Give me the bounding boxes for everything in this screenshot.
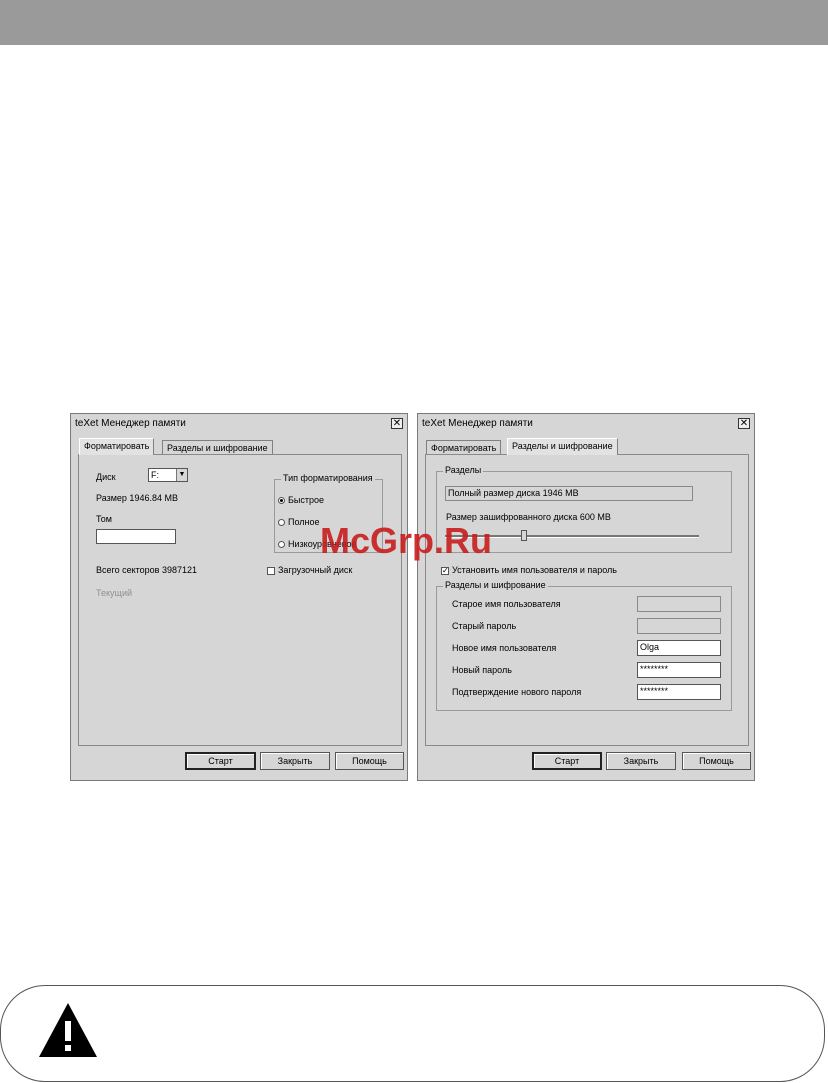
- set-user-checkbox[interactable]: ✓: [441, 567, 449, 575]
- close-button[interactable]: Закрыть: [606, 752, 676, 770]
- format-type-legend: Тип форматирования: [281, 473, 375, 483]
- radio-low-level[interactable]: [278, 541, 285, 548]
- tab-format[interactable]: Форматировать: [79, 438, 155, 455]
- confirm-password-input[interactable]: ********: [637, 684, 721, 700]
- old-username-label: Старое имя пользователя: [452, 599, 561, 609]
- old-password-label: Старый пароль: [452, 621, 517, 631]
- warning-box: [0, 985, 825, 1082]
- close-button[interactable]: Закрыть: [260, 752, 330, 770]
- boot-disk-label: Загрузочный диск: [278, 565, 353, 575]
- credentials-legend: Разделы и шифрование: [443, 580, 548, 590]
- radio-full[interactable]: [278, 519, 285, 526]
- title-bar: teXet Менеджер памяти ✕: [420, 416, 752, 432]
- disk-label: Диск: [96, 472, 116, 482]
- new-password-label: Новый пароль: [452, 665, 512, 675]
- current-status-label: Текущий: [96, 588, 132, 598]
- watermark: McGrp.Ru: [320, 520, 493, 561]
- format-option-full: Полное: [288, 517, 320, 527]
- disk-select-value: F:: [151, 470, 159, 480]
- close-icon[interactable]: ✕: [738, 418, 750, 429]
- encrypted-size-slider-thumb[interactable]: [520, 530, 527, 541]
- confirm-password-label: Подтверждение нового пароля: [452, 687, 582, 697]
- tab-format[interactable]: Форматировать: [426, 440, 502, 455]
- radio-quick[interactable]: [278, 497, 285, 504]
- checkmark-icon: ✓: [442, 566, 449, 575]
- warning-icon: [39, 1003, 97, 1057]
- old-username-input: [637, 596, 721, 612]
- new-username-label: Новое имя пользователя: [452, 643, 557, 653]
- new-username-input[interactable]: Olga: [637, 640, 721, 656]
- tab-partitions-encryption[interactable]: Разделы и шифрование: [507, 438, 618, 455]
- tab-panel: Диск F: ▼ Размер 1946.84 MB Том Тип форм…: [78, 454, 402, 746]
- chevron-down-icon[interactable]: ▼: [176, 469, 187, 481]
- help-button[interactable]: Помощь: [682, 752, 751, 770]
- partitions-legend: Разделы: [443, 465, 484, 475]
- header-bar: [0, 0, 828, 45]
- new-password-input[interactable]: ********: [637, 662, 721, 678]
- title-bar: teXet Менеджер памяти ✕: [73, 416, 405, 432]
- help-button[interactable]: Помощь: [335, 752, 404, 770]
- full-size-field: Полный размер диска 1946 MB: [445, 486, 693, 501]
- volume-label: Том: [96, 514, 112, 524]
- close-icon[interactable]: ✕: [391, 418, 403, 429]
- tab-panel: Разделы Полный размер диска 1946 MB Разм…: [425, 454, 749, 746]
- start-button[interactable]: Старт: [532, 752, 602, 770]
- credentials-group: Разделы и шифрование Старое имя пользова…: [436, 580, 732, 711]
- total-sectors-text: Всего секторов 3987121: [96, 565, 197, 575]
- boot-disk-checkbox[interactable]: [267, 567, 275, 575]
- memory-manager-window-partitions: teXet Менеджер памяти ✕ Форматировать Ра…: [417, 413, 755, 781]
- window-title: teXet Менеджер памяти: [422, 418, 533, 429]
- start-button[interactable]: Старт: [185, 752, 256, 770]
- memory-manager-window-format: teXet Менеджер памяти ✕ Форматировать Ра…: [70, 413, 408, 781]
- window-title: teXet Менеджер памяти: [75, 418, 186, 429]
- old-password-input: [637, 618, 721, 634]
- format-option-quick: Быстрое: [288, 495, 325, 505]
- tab-partitions-encryption[interactable]: Разделы и шифрование: [162, 440, 273, 455]
- disk-size-text: Размер 1946.84 MB: [96, 493, 178, 503]
- disk-select[interactable]: F: ▼: [148, 468, 188, 482]
- set-user-label: Установить имя пользователя и пароль: [452, 565, 617, 575]
- volume-input[interactable]: [96, 529, 176, 544]
